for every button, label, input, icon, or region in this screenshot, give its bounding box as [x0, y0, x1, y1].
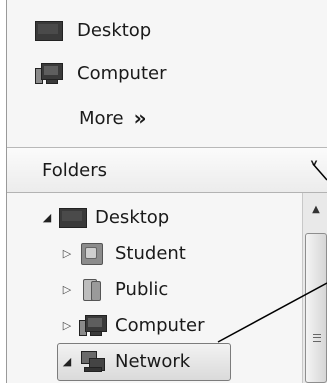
folders-label: Folders [42, 160, 108, 181]
more-label: More [79, 107, 124, 129]
scroll-up-button[interactable]: ▲ [305, 197, 327, 223]
collapsed-arrow-icon[interactable]: ▷ [61, 319, 73, 332]
network-icon [79, 349, 107, 373]
tree-item-label: Desktop [95, 206, 170, 228]
folder-tree: ◢ Desktop ▷ Student ▷ Public ▷ Computer … [7, 193, 297, 383]
user-folder-icon [79, 241, 107, 265]
expanded-arrow-icon[interactable]: ◢ [61, 355, 73, 368]
tree-item-desktop[interactable]: ◢ Desktop [41, 199, 169, 235]
expanded-arrow-icon[interactable]: ◢ [41, 211, 53, 224]
chevron-down-icon[interactable]: ˅ [309, 158, 319, 182]
collapsed-arrow-icon[interactable]: ▷ [61, 283, 73, 296]
tree-item-label: Computer [115, 314, 205, 336]
double-chevron-icon: » [133, 106, 147, 130]
tree-item-student[interactable]: ▷ Student [61, 235, 186, 271]
tree-item-label: Network [115, 350, 191, 372]
scroll-thumb[interactable] [305, 233, 327, 383]
nav-item-label: Desktop [77, 19, 152, 41]
desktop-icon [59, 205, 87, 229]
public-folder-icon [79, 277, 107, 301]
nav-item-desktop[interactable]: Desktop [7, 10, 151, 50]
computer-icon [35, 62, 63, 84]
collapsed-arrow-icon[interactable]: ▷ [61, 247, 73, 260]
tree-item-label: Public [115, 278, 169, 300]
navigation-pane: Desktop Computer More » Folders ˅ ◢ Desk… [6, 0, 327, 383]
tree-item-public[interactable]: ▷ Public [61, 271, 168, 307]
nav-item-computer[interactable]: Computer [7, 53, 166, 93]
tree-item-network[interactable]: ◢ Network [61, 343, 190, 379]
tree-item-label: Student [115, 242, 186, 264]
computer-icon [79, 313, 107, 337]
desktop-icon [35, 19, 63, 41]
vertical-scrollbar[interactable]: ▲ [302, 193, 327, 383]
tree-item-computer[interactable]: ▷ Computer [61, 307, 204, 343]
folders-header[interactable]: Folders ˅ [7, 148, 327, 193]
more-favorites-button[interactable]: More » [79, 98, 147, 138]
grip-icon [313, 334, 321, 342]
nav-item-label: Computer [77, 62, 167, 84]
